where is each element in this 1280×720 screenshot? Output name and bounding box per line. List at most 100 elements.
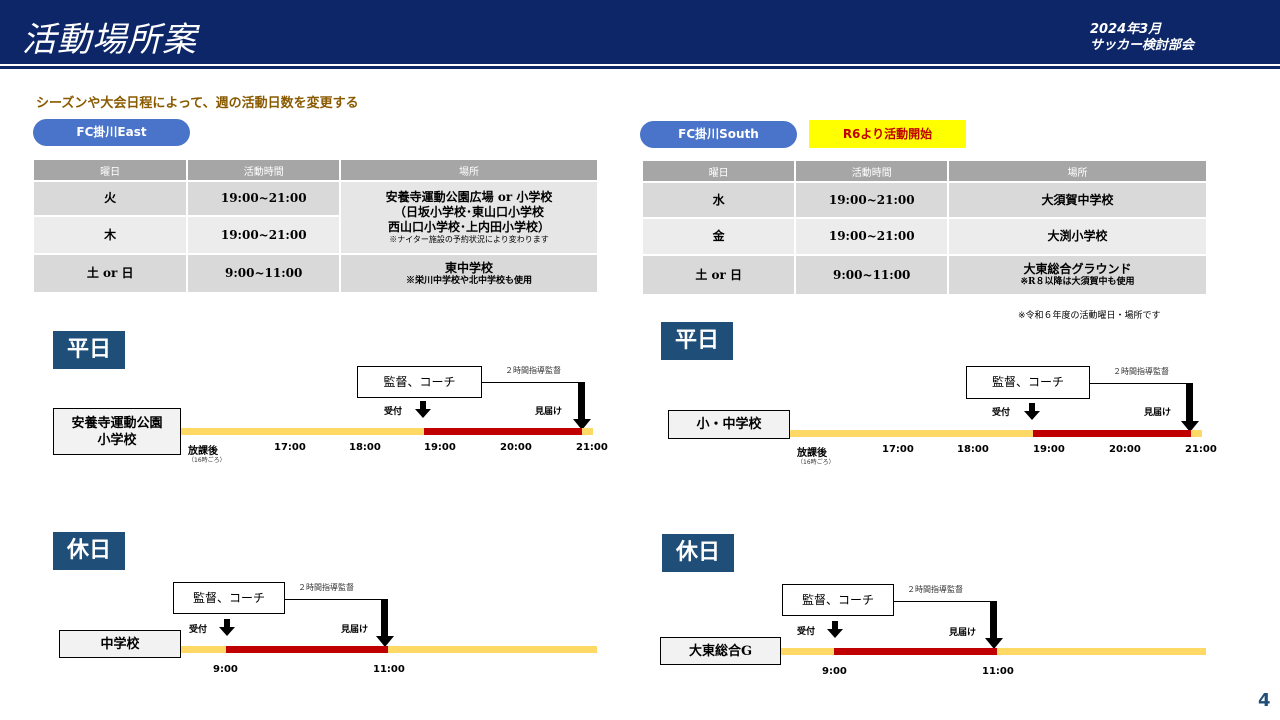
east-place-line3: 西山口小学校･上内田小学校） bbox=[388, 220, 551, 234]
header-date: 2024年3月 bbox=[1090, 22, 1162, 37]
east-place-cell: 安養寺運動公園広場 or 小学校 （日坂小学校･東山口小学校 西山口小学校･上内… bbox=[341, 182, 597, 253]
east-row-time: 19:00~21:00 bbox=[188, 217, 340, 253]
timeline-active-bar bbox=[834, 648, 997, 655]
tick-label: 9:00 bbox=[822, 666, 847, 677]
seeoff-label: 見届け bbox=[949, 628, 977, 638]
reception-arrow-shaft bbox=[832, 621, 838, 629]
tick-label: 20:00 bbox=[1109, 444, 1141, 455]
east-row-day: 木 bbox=[34, 217, 187, 253]
seeoff-label: 見届け bbox=[341, 625, 369, 635]
timeline-active-bar bbox=[1033, 430, 1191, 437]
tick-label: 17:00 bbox=[274, 442, 306, 453]
south-row-day: 土 or 日 bbox=[643, 256, 795, 294]
east-row-time: 9:00~11:00 bbox=[188, 255, 340, 292]
header-org: サッカー検討部会 bbox=[1090, 38, 1195, 53]
subtitle: シーズンや大会日程によって、週の活動日数を変更する bbox=[36, 96, 359, 111]
east-place2-note: ※栄川中学校や北中学校も使用 bbox=[406, 275, 533, 286]
reception-arrow-icon bbox=[415, 409, 431, 418]
tick-after-school-sub: （16時ごろ） bbox=[188, 457, 226, 464]
supervise-label: ２時間指導監督 bbox=[907, 585, 963, 594]
seeoff-label: 見届け bbox=[1144, 408, 1172, 418]
staff-box: 監督、コーチ bbox=[357, 366, 482, 398]
tick-label: 17:00 bbox=[882, 444, 914, 455]
reception-arrow-shaft bbox=[420, 401, 426, 409]
seeoff-label: 見届け bbox=[535, 407, 563, 417]
tick-label: 11:00 bbox=[373, 664, 405, 675]
east-weekday-place: 安養寺運動公園 小学校 bbox=[53, 408, 181, 455]
supervise-line bbox=[1090, 383, 1190, 384]
tick-label: 9:00 bbox=[213, 664, 238, 675]
header-divider bbox=[0, 66, 1280, 69]
south-header-time: 活動時間 bbox=[796, 161, 948, 181]
south-row-time: 19:00~21:00 bbox=[796, 219, 948, 254]
staff-box: 監督、コーチ bbox=[782, 584, 894, 616]
south-row-place: 大渕小学校 bbox=[949, 219, 1206, 254]
east-place-line1: 安養寺運動公園広場 or 小学校 bbox=[385, 190, 553, 204]
east-schedule-table: 曜日 活動時間 場所 火 19:00~21:00 安養寺運動公園広場 or 小学… bbox=[32, 158, 599, 294]
tick-label: 21:00 bbox=[576, 442, 608, 453]
supervise-line bbox=[285, 599, 385, 600]
staff-box: 監督、コーチ bbox=[173, 582, 285, 614]
supervise-label: ２時間指導監督 bbox=[1113, 367, 1169, 376]
tick-label: 21:00 bbox=[1185, 444, 1217, 455]
east-row-day: 火 bbox=[34, 182, 187, 215]
reception-label: 受付 bbox=[797, 627, 816, 637]
page-number: 4 bbox=[1258, 690, 1271, 711]
reception-arrow-icon bbox=[827, 629, 843, 638]
seeoff-arrow-shaft bbox=[578, 382, 585, 420]
east-holiday-place: 中学校 bbox=[59, 630, 181, 658]
east-row-time: 19:00~21:00 bbox=[188, 182, 340, 215]
tick-label: 18:00 bbox=[349, 442, 381, 453]
tick-label: 20:00 bbox=[500, 442, 532, 453]
south-row-place: 大東総合グラウンド bbox=[1023, 262, 1132, 276]
east-place-note: ※ナイター施設の予約状況により変わります bbox=[389, 235, 549, 244]
reception-arrow-shaft bbox=[224, 619, 230, 627]
weekday-section-label: 平日 bbox=[661, 322, 733, 360]
tick-label: 19:00 bbox=[424, 442, 456, 453]
supervise-line bbox=[482, 382, 582, 383]
seeoff-arrow-shaft bbox=[990, 601, 997, 639]
south-row-time: 19:00~21:00 bbox=[796, 183, 948, 217]
south-row-time: 9:00~11:00 bbox=[796, 256, 948, 294]
holiday-section-label: 休日 bbox=[662, 534, 734, 572]
supervise-label: ２時間指導監督 bbox=[505, 366, 561, 375]
south-row-day: 水 bbox=[643, 183, 795, 217]
page-title: 活動場所案 bbox=[22, 20, 197, 60]
east-header-time: 活動時間 bbox=[188, 160, 340, 180]
reception-arrow-icon bbox=[1024, 411, 1040, 420]
reception-arrow-shaft bbox=[1029, 403, 1035, 411]
seeoff-arrow-shaft bbox=[381, 599, 388, 637]
tick-label: 19:00 bbox=[1033, 444, 1065, 455]
timeline-active-bar bbox=[424, 428, 582, 435]
south-footnote: ※令和６年度の活動曜日・場所です bbox=[1018, 311, 1161, 321]
east-place2: 東中学校 bbox=[445, 260, 494, 275]
header-meta: 2024年3月 サッカー検討部会 bbox=[1090, 22, 1194, 54]
header-bar: 活動場所案 2024年3月 サッカー検討部会 bbox=[0, 0, 1280, 64]
reception-label: 受付 bbox=[992, 408, 1011, 418]
timeline-active-bar bbox=[226, 646, 388, 653]
east-place-cell: 東中学校 ※栄川中学校や北中学校も使用 bbox=[341, 255, 597, 292]
staff-box: 監督、コーチ bbox=[966, 366, 1090, 399]
supervise-label: ２時間指導監督 bbox=[298, 583, 354, 592]
south-row-place: 大須賀中学校 bbox=[949, 183, 1206, 217]
south-start-notice: R6より活動開始 bbox=[809, 120, 966, 148]
seeoff-arrow-shaft bbox=[1186, 383, 1193, 422]
east-row-day: 土 or 日 bbox=[34, 255, 187, 292]
south-row-day: 金 bbox=[643, 219, 795, 254]
south-team-pill: FC掛川South bbox=[640, 121, 797, 148]
east-place-line2: （日坂小学校･東山口小学校 bbox=[394, 205, 545, 219]
east-header-place: 場所 bbox=[341, 160, 597, 180]
south-header-place: 場所 bbox=[949, 161, 1206, 181]
east-header-day: 曜日 bbox=[34, 160, 187, 180]
supervise-line bbox=[894, 601, 994, 602]
south-weekday-place: 小・中学校 bbox=[668, 410, 790, 439]
reception-label: 受付 bbox=[189, 625, 208, 635]
weekday-section-label: 平日 bbox=[53, 331, 125, 369]
east-team-pill: FC掛川East bbox=[33, 119, 190, 146]
south-row-place-cell: 大東総合グラウンド ※R８以降は大須賀中も使用 bbox=[949, 256, 1206, 294]
south-schedule-table: 曜日 活動時間 場所 水 19:00~21:00 大須賀中学校 金 19:00~… bbox=[641, 159, 1208, 296]
tick-after-school-sub: （16時ごろ） bbox=[797, 459, 835, 466]
south-row-note: ※R８以降は大須賀中も使用 bbox=[1020, 277, 1135, 287]
tick-label: 11:00 bbox=[982, 666, 1014, 677]
holiday-section-label: 休日 bbox=[53, 532, 125, 570]
